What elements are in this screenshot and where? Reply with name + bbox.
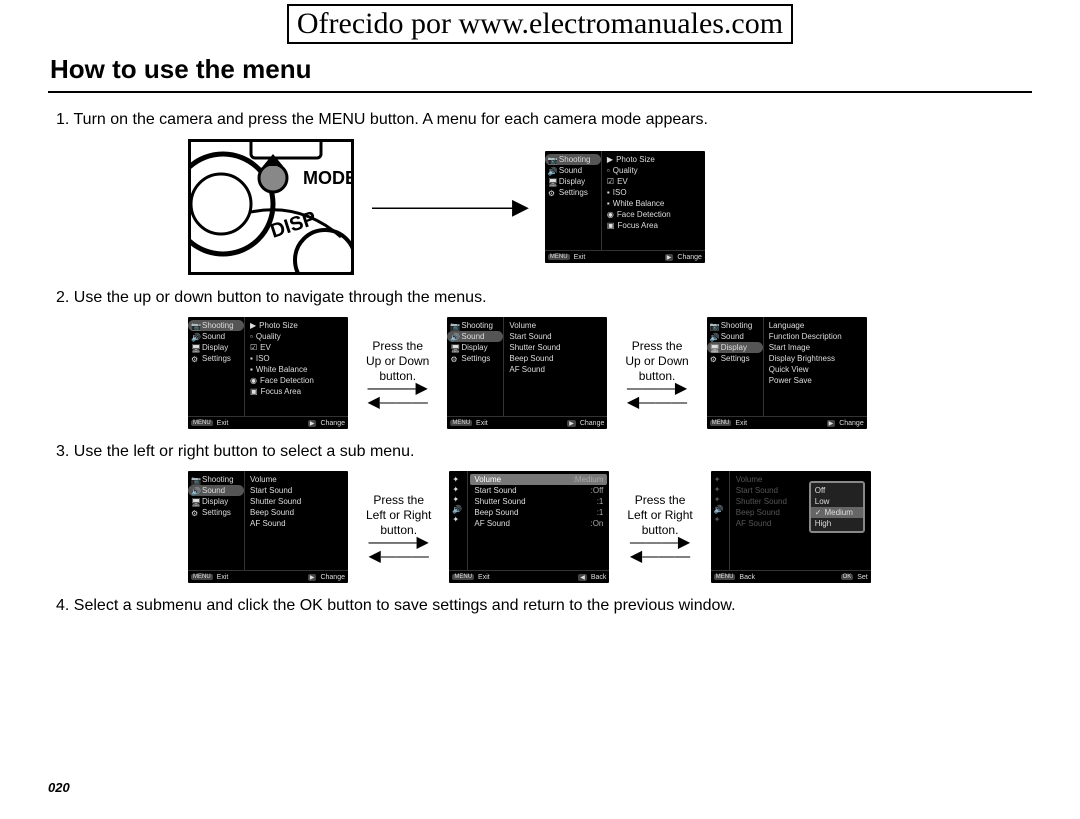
- watermark-banner: Ofrecido por www.electromanuales.com: [287, 4, 793, 44]
- menu-item-settings: Settings: [559, 188, 588, 197]
- svg-text:MODE: MODE: [303, 168, 351, 188]
- submenu-item: ISO: [613, 188, 627, 197]
- caption-updown-1: Press the Up or Down button.: [366, 339, 429, 384]
- caption-leftright-2: Press the Left or Right button.: [627, 493, 692, 538]
- step-1-figures: MODE DISP ———————▶ 📷Shooting 🔊Sound 🖥Dis…: [48, 139, 1032, 275]
- page-number: 020: [48, 780, 70, 795]
- step-3-figures: 📷Shooting 🔊Sound 🖥Display ⚙Settings Volu…: [48, 471, 1032, 583]
- caption-updown-2: Press the Up or Down button.: [625, 339, 688, 384]
- submenu-item: Photo Size: [616, 155, 655, 164]
- menu-screen-volume-select: ✦ ✦ ✦ 🔊 ✦ Volume Start Sound Shutter Sou…: [711, 471, 871, 583]
- step-2-figures: 📷Shooting 🔊Sound 🖥Display ⚙Settings ▶Pho…: [48, 317, 1032, 429]
- camera-illustration: MODE DISP: [188, 139, 354, 275]
- option-low: Low: [815, 497, 830, 506]
- double-arrow-icon: ———▶◀———: [627, 384, 687, 407]
- step-2-text: 2. Use the up or down button to navigate…: [56, 289, 1032, 307]
- title-rule: [48, 91, 1032, 93]
- footer-exit: Exit: [574, 254, 586, 261]
- option-off: Off: [815, 486, 826, 495]
- menu-item-display: Display: [559, 177, 585, 186]
- arrow-right-icon: ———————▶: [372, 194, 527, 220]
- footer-key-play: ▶: [665, 254, 674, 261]
- submenu-item: EV: [617, 177, 628, 186]
- page-title: How to use the menu: [50, 54, 1032, 85]
- double-arrow-icon: ———▶◀———: [630, 538, 690, 561]
- double-arrow-icon: ———▶◀———: [369, 538, 429, 561]
- step-4-text: 4. Select a submenu and click the OK but…: [56, 597, 1032, 615]
- menu-screen-sound-detail: ✦ ✦ ✦ 🔊 ✦ Volume:Medium Start Sound:Off …: [449, 471, 609, 583]
- menu-screen-shooting: 📷Shooting 🔊Sound 🖥Display ⚙Settings ▶Pho…: [545, 151, 705, 263]
- footer-change: Change: [677, 254, 702, 261]
- volume-popup: Off Low ✓ Medium High: [809, 481, 865, 533]
- double-arrow-icon: ———▶◀———: [368, 384, 428, 407]
- menu-screen-sound-2: 📷Shooting 🔊Sound 🖥Display ⚙Settings Volu…: [188, 471, 348, 583]
- step-3-text: 3. Use the left or right button to selec…: [56, 443, 1032, 461]
- submenu-item: Face Detection: [617, 210, 671, 219]
- menu-screen-sound: 📷Shooting 🔊Sound 🖥Display ⚙Settings Volu…: [447, 317, 607, 429]
- option-medium: Medium: [824, 508, 852, 517]
- caption-leftright-1: Press the Left or Right button.: [366, 493, 431, 538]
- option-high: High: [815, 519, 831, 528]
- menu-item-sound: Sound: [559, 166, 582, 175]
- submenu-item: Quality: [613, 166, 638, 175]
- step-1-text: 1. Turn on the camera and press the MENU…: [56, 111, 1032, 129]
- menu-item-shooting: Shooting: [559, 155, 591, 164]
- submenu-item: White Balance: [613, 199, 665, 208]
- submenu-item: Focus Area: [617, 221, 657, 230]
- footer-key-menu: MENU: [548, 254, 570, 260]
- menu-screen-display: 📷Shooting 🔊Sound 🖥Display ⚙Settings Lang…: [707, 317, 867, 429]
- menu-screen-shooting-2: 📷Shooting 🔊Sound 🖥Display ⚙Settings ▶Pho…: [188, 317, 348, 429]
